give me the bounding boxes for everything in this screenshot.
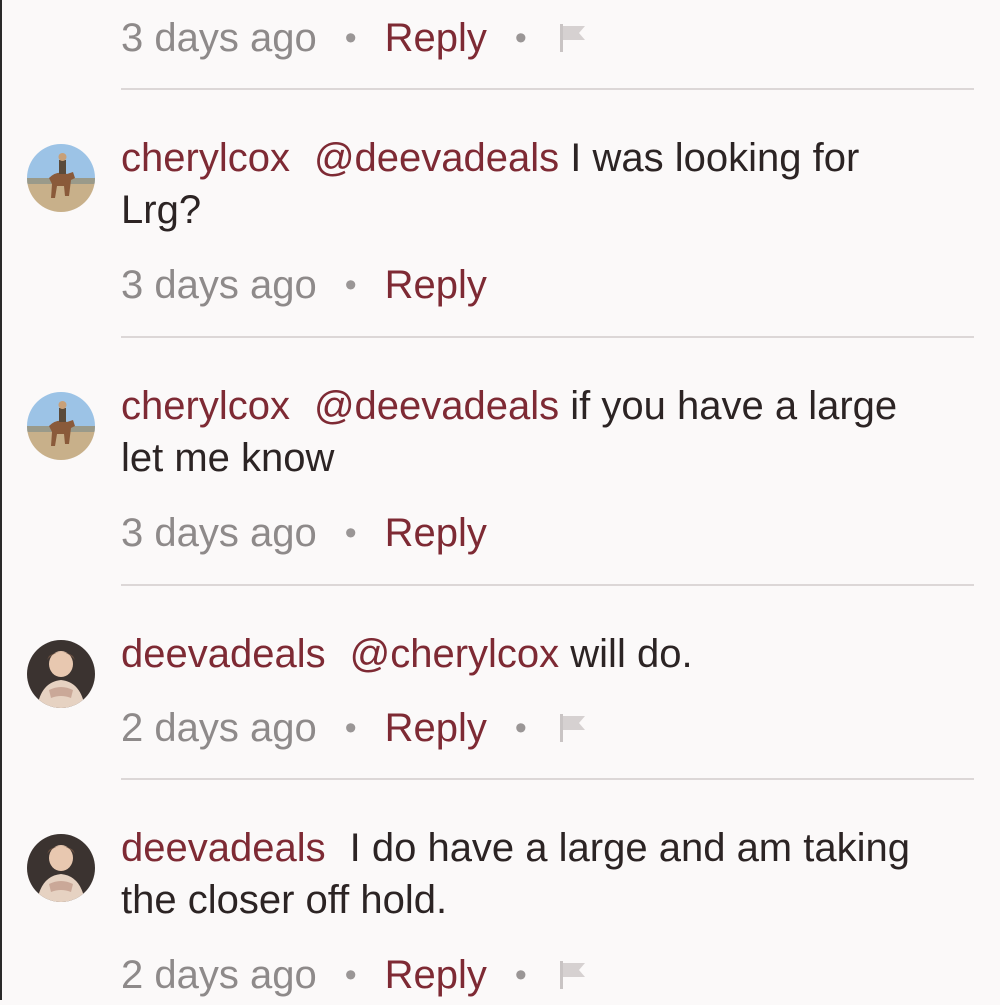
divider — [121, 778, 974, 780]
comment-meta: 2 days ago • Reply • — [121, 698, 591, 758]
comment-meta: 3 days ago • Reply — [121, 503, 487, 563]
left-edge-rule — [0, 0, 2, 1000]
username-link[interactable]: cherylcox — [121, 384, 290, 428]
divider — [121, 88, 974, 90]
separator-dot: • — [514, 955, 527, 994]
comment-meta: 3 days ago • Reply — [121, 255, 487, 315]
reply-button[interactable]: Reply — [385, 953, 487, 998]
separator-dot: • — [344, 708, 357, 747]
comment-text: cherylcox @deevadeals I was looking for L… — [121, 132, 941, 236]
reply-button[interactable]: Reply — [385, 263, 487, 308]
username-link[interactable]: cherylcox — [121, 136, 290, 180]
horse-rider-avatar — [27, 144, 95, 212]
comment-text: deevadeals @cherylcox will do. — [121, 628, 941, 680]
comment-time: 3 days ago — [121, 15, 317, 60]
comment-text: deevadeals I do have a large and am takin… — [121, 822, 941, 926]
avatar[interactable] — [27, 834, 95, 902]
reply-button[interactable]: Reply — [385, 16, 487, 61]
mention-link[interactable]: @deevadeals — [314, 136, 559, 180]
divider — [121, 584, 974, 586]
avatar[interactable] — [27, 640, 95, 708]
horse-rider-avatar — [27, 392, 95, 460]
mention-link[interactable]: @cherylcox — [350, 632, 560, 676]
separator-dot: • — [514, 708, 527, 747]
separator-dot: • — [514, 18, 527, 57]
avatar[interactable] — [27, 392, 95, 460]
comment-meta-top: 3 days ago • Reply • — [121, 8, 591, 68]
avatar[interactable] — [27, 144, 95, 212]
username-link[interactable]: deevadeals — [121, 632, 326, 676]
comment-time: 2 days ago — [121, 705, 317, 750]
comment-time: 2 days ago — [121, 952, 317, 997]
woman-portrait-avatar — [27, 640, 95, 708]
comment-body: will do. — [559, 632, 693, 676]
comment-meta: 2 days ago • Reply • — [121, 945, 591, 1005]
mention-link[interactable]: @deevadeals — [314, 384, 559, 428]
divider — [121, 336, 974, 338]
separator-dot: • — [344, 513, 357, 552]
reply-button[interactable]: Reply — [385, 511, 487, 556]
separator-dot: • — [344, 955, 357, 994]
flag-icon[interactable] — [555, 710, 591, 746]
comment-time: 3 days ago — [121, 262, 317, 307]
flag-icon[interactable] — [555, 957, 591, 993]
username-link[interactable]: deevadeals — [121, 826, 326, 870]
woman-portrait-avatar — [27, 834, 95, 902]
flag-icon[interactable] — [555, 20, 591, 56]
reply-button[interactable]: Reply — [385, 706, 487, 751]
separator-dot: • — [344, 265, 357, 304]
comment-text: cherylcox @deevadeals if you have a large… — [121, 380, 941, 484]
separator-dot: • — [344, 18, 357, 57]
comment-time: 3 days ago — [121, 510, 317, 555]
